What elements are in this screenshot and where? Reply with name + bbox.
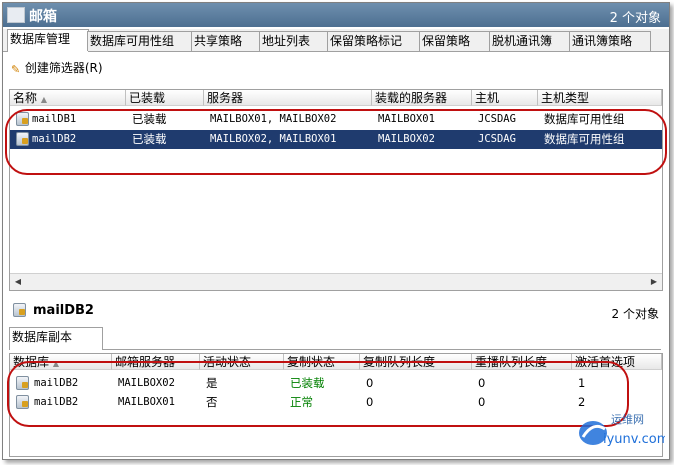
col-servers[interactable]: 服务器: [204, 90, 372, 106]
tab-offline-address-book[interactable]: 脱机通讯簿: [489, 31, 571, 51]
scroll-left-icon[interactable]: ◀: [10, 274, 26, 290]
col-mounted[interactable]: 已装载: [126, 90, 204, 106]
highlight-ring-copies: [7, 361, 629, 427]
object-count: 2 个对象: [609, 11, 661, 26]
details-tab-strip: 数据库副本: [9, 327, 661, 350]
col-name[interactable]: 名称 ▲: [10, 90, 126, 106]
tab-database-management[interactable]: 数据库管理: [7, 29, 89, 52]
tab-dag[interactable]: 数据库可用性组: [87, 31, 193, 51]
tab-database-copies[interactable]: 数据库副本: [9, 327, 103, 350]
window-titlebar: 邮箱 2 个对象: [3, 3, 669, 27]
tab-address-book-policies[interactable]: 通讯簿策略: [569, 31, 651, 51]
sort-up-icon: ▲: [40, 95, 47, 104]
tab-sharing-policies[interactable]: 共享策略: [191, 31, 261, 51]
highlight-ring-databases: [5, 109, 667, 175]
toolbar: ✎ 创建筛选器(R): [3, 55, 669, 81]
tab-retention-tags[interactable]: 保留策略标记: [327, 31, 421, 51]
create-filter-button[interactable]: ✎ 创建筛选器(R): [11, 59, 103, 77]
tab-strip: 数据库管理 数据库可用性组 共享策略 地址列表 保留策略标记 保留策略 脱机通讯…: [3, 29, 669, 52]
col-host-type[interactable]: 主机类型: [538, 90, 662, 106]
tab-retention-policies[interactable]: 保留策略: [419, 31, 491, 51]
col-host[interactable]: 主机: [472, 90, 538, 106]
watermark-bottom: iyunv.com: [603, 432, 665, 447]
watermark-top: 运维网: [611, 413, 644, 426]
details-object-count: 2 个对象: [611, 307, 659, 321]
scroll-right-icon[interactable]: ▶: [646, 274, 662, 290]
mailbox-window: 邮箱 2 个对象 数据库管理 数据库可用性组 共享策略 地址列表 保留策略标记 …: [2, 2, 670, 460]
col-mounted-server[interactable]: 装载的服务器: [372, 90, 472, 106]
database-icon: [13, 303, 26, 317]
tab-address-lists[interactable]: 地址列表: [259, 31, 329, 51]
watermark-logo: 运维网 iyunv.com: [579, 413, 665, 447]
horizontal-scrollbar[interactable]: ◀ ▶: [10, 273, 662, 290]
filter-icon: ✎: [11, 63, 21, 76]
mailbox-icon: [7, 7, 25, 23]
details-title: mailDB2: [33, 303, 94, 318]
window-title: 邮箱: [29, 9, 57, 25]
create-filter-label: 创建筛选器(R): [24, 61, 103, 75]
col-name-label: 名称: [13, 91, 38, 105]
